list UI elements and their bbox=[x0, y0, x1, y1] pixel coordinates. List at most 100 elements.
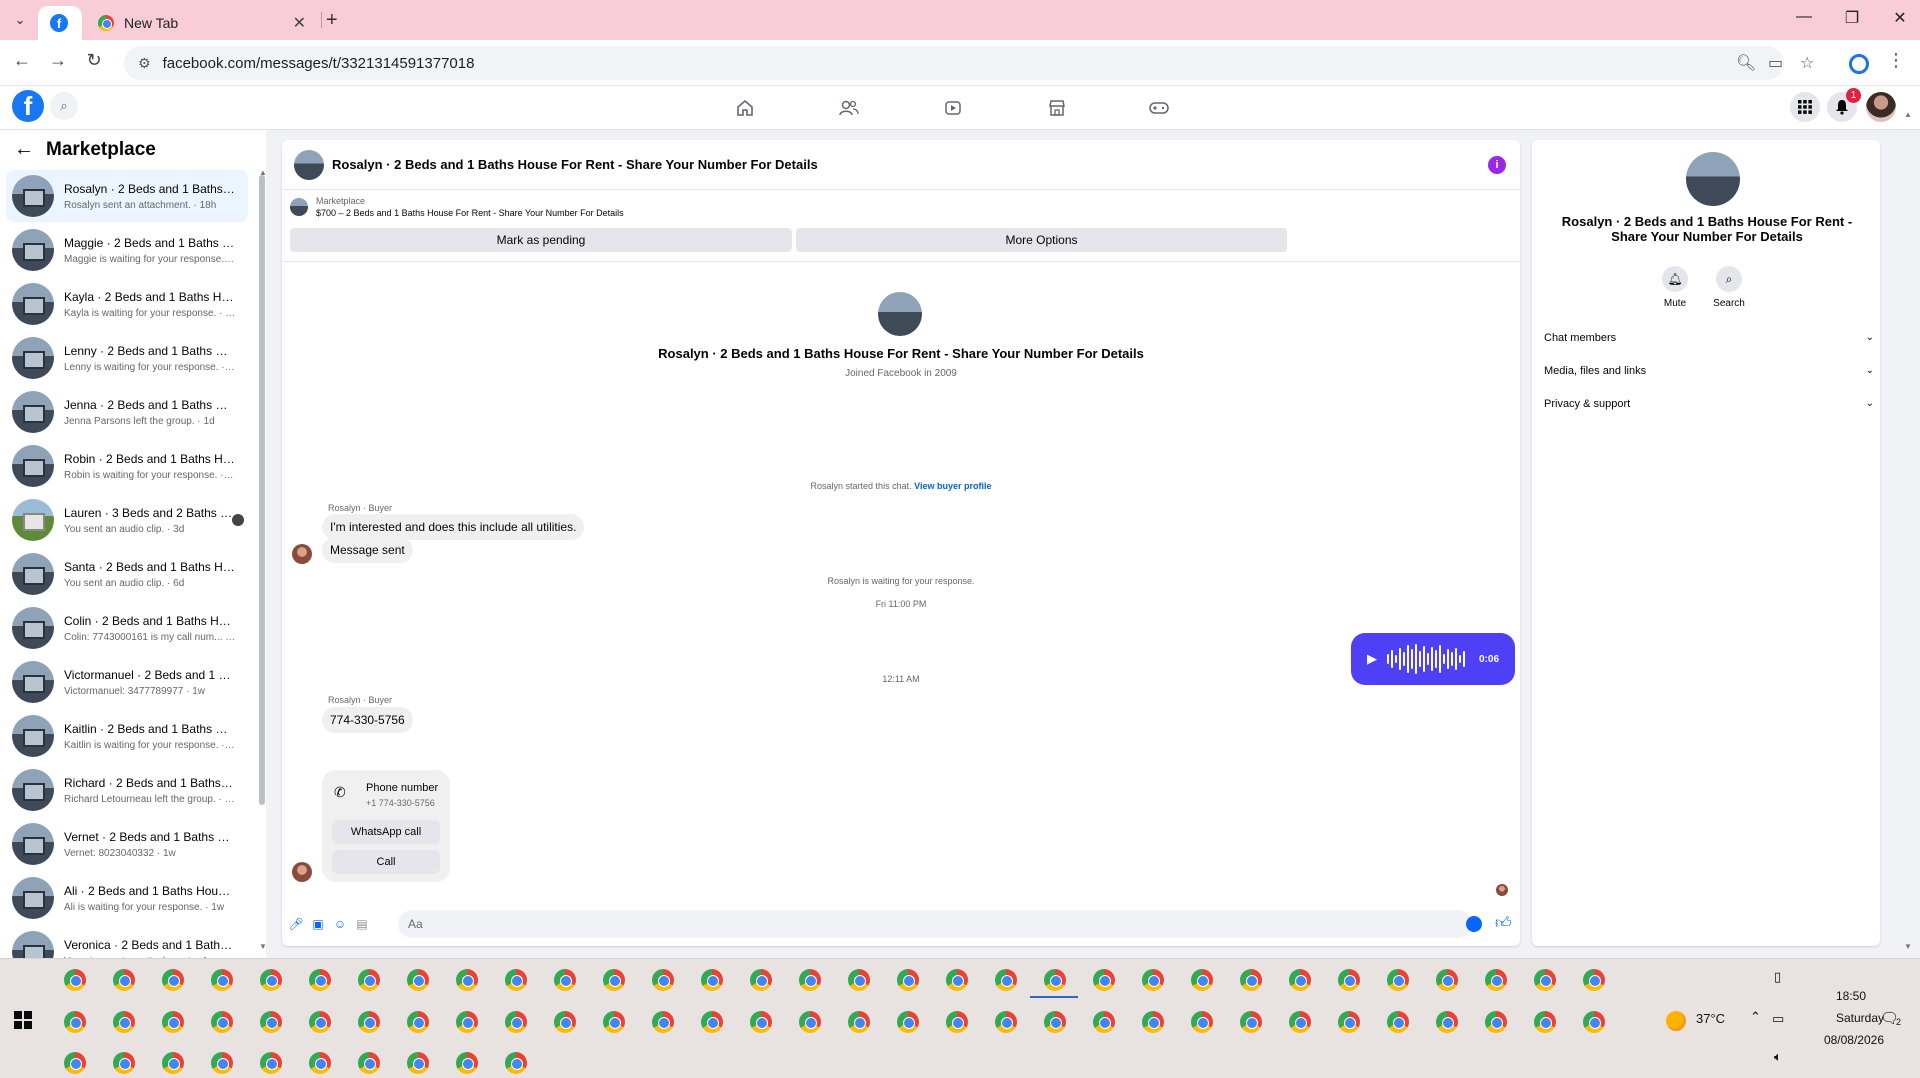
scroll-down-arrow-icon[interactable]: ▼ bbox=[259, 942, 267, 951]
chrome-taskbar-icon[interactable] bbox=[309, 969, 331, 991]
message-bubble[interactable]: 774-330-5756 bbox=[322, 707, 413, 733]
chrome-taskbar-icon[interactable] bbox=[1093, 969, 1115, 991]
conversation-item[interactable]: Victormanuel · 2 Beds and 1 Baths House … bbox=[6, 656, 248, 708]
whatsapp-call-button[interactable]: WhatsApp call bbox=[332, 820, 440, 844]
tab-search-chevron-icon[interactable]: ⌄ bbox=[8, 8, 32, 32]
gif-icon[interactable]: ▤ bbox=[354, 916, 370, 932]
tray-chevron-up-icon[interactable]: ⌃ bbox=[1750, 1009, 1761, 1025]
chrome-taskbar-icon[interactable] bbox=[1093, 1011, 1115, 1033]
chrome-taskbar-icon[interactable] bbox=[456, 1052, 478, 1074]
chrome-taskbar-icon[interactable] bbox=[162, 969, 184, 991]
info-avatar[interactable] bbox=[1686, 152, 1740, 206]
play-icon[interactable]: ▶ bbox=[1367, 651, 1377, 667]
weather-icon[interactable] bbox=[1666, 1011, 1686, 1031]
sender-avatar[interactable] bbox=[292, 544, 312, 564]
chrome-taskbar-icon[interactable] bbox=[1142, 969, 1164, 991]
microphone-icon[interactable]: 🎤︎ bbox=[288, 916, 304, 932]
media-files-links-section[interactable]: Media, files and links ⌄ bbox=[1544, 365, 1874, 377]
thumbs-up-icon[interactable]: 👍︎ bbox=[1495, 914, 1512, 933]
close-tab-icon[interactable]: ✕ bbox=[293, 13, 306, 33]
chrome-taskbar-icon[interactable] bbox=[652, 969, 674, 991]
privacy-support-section[interactable]: Privacy & support ⌄ bbox=[1544, 398, 1874, 410]
chrome-taskbar-icon[interactable] bbox=[995, 1011, 1017, 1033]
tab-facebook[interactable]: f bbox=[38, 6, 82, 40]
chrome-taskbar-icon[interactable] bbox=[1191, 1011, 1213, 1033]
mark-as-pending-button[interactable]: Mark as pending bbox=[290, 228, 792, 252]
chrome-taskbar-icon[interactable] bbox=[358, 1011, 380, 1033]
account-avatar[interactable] bbox=[1866, 92, 1896, 122]
scrollbar-thumb[interactable] bbox=[259, 175, 265, 805]
sticker-icon[interactable]: ☺ bbox=[332, 916, 348, 932]
chrome-taskbar-icon[interactable] bbox=[407, 1011, 429, 1033]
home-icon[interactable] bbox=[733, 96, 757, 120]
conversation-item[interactable]: Kaitlin · 2 Beds and 1 Baths House For R… bbox=[6, 710, 248, 762]
chrome-taskbar-icon[interactable] bbox=[260, 1052, 282, 1074]
forward-arrow-icon[interactable]: → bbox=[46, 50, 70, 71]
chrome-taskbar-icon[interactable] bbox=[603, 1011, 625, 1033]
chrome-taskbar-icon[interactable] bbox=[1534, 969, 1556, 991]
info-icon[interactable]: i bbox=[1488, 156, 1506, 174]
notifications-bell-icon[interactable]: 1 bbox=[1827, 88, 1861, 122]
conversation-item[interactable]: Ali · 2 Beds and 1 Baths House For Rent A… bbox=[6, 872, 248, 924]
conversation-item[interactable]: Santa · 2 Beds and 1 Baths House For Ren… bbox=[6, 548, 248, 600]
friends-icon[interactable] bbox=[837, 96, 861, 120]
chrome-taskbar-icon[interactable] bbox=[211, 969, 233, 991]
chrome-taskbar-icon[interactable] bbox=[1485, 1011, 1507, 1033]
chrome-taskbar-icon[interactable] bbox=[309, 1011, 331, 1033]
view-buyer-profile-link[interactable]: View buyer profile bbox=[914, 481, 991, 491]
chrome-taskbar-icon[interactable] bbox=[1387, 969, 1409, 991]
chrome-taskbar-icon[interactable] bbox=[750, 969, 772, 991]
address-bar[interactable]: ⚙ facebook.com/messages/t/33213145913770… bbox=[124, 46, 1814, 80]
chrome-taskbar-icon[interactable] bbox=[897, 1011, 919, 1033]
chrome-taskbar-icon[interactable] bbox=[407, 1052, 429, 1074]
volume-icon[interactable]: 🔈︎ bbox=[1774, 1049, 1782, 1065]
marketplace-icon[interactable] bbox=[1045, 96, 1069, 120]
conversation-item[interactable]: Lenny · 2 Beds and 1 Baths House For Ren… bbox=[6, 332, 248, 384]
chrome-taskbar-icon[interactable] bbox=[848, 969, 870, 991]
windows-start-icon[interactable] bbox=[14, 1011, 32, 1029]
chrome-taskbar-icon[interactable] bbox=[358, 969, 380, 991]
network-icon[interactable]: ▭ bbox=[1772, 1011, 1784, 1027]
conversation-item[interactable]: Richard · 2 Beds and 1 Baths House For R… bbox=[6, 764, 248, 816]
chrome-taskbar-icon[interactable] bbox=[1289, 1011, 1311, 1033]
chrome-taskbar-icon[interactable] bbox=[113, 1052, 135, 1074]
chrome-taskbar-icon[interactable] bbox=[1436, 1011, 1458, 1033]
chrome-taskbar-icon[interactable] bbox=[358, 1052, 380, 1074]
conversation-list-scrollbar[interactable] bbox=[258, 175, 266, 935]
chrome-taskbar-icon[interactable] bbox=[505, 1052, 527, 1074]
video-icon[interactable] bbox=[941, 96, 965, 120]
back-arrow-icon[interactable]: ← bbox=[10, 50, 34, 71]
chrome-taskbar-icon[interactable] bbox=[701, 1011, 723, 1033]
clock-time[interactable]: 18:50 bbox=[1818, 989, 1884, 1003]
conversation-item[interactable]: Colin · 2 Beds and 1 Baths House For Ren… bbox=[6, 602, 248, 654]
marketplace-listing-strip[interactable]: Marketplace $700 – 2 Beds and 1 Baths Ho… bbox=[290, 196, 624, 218]
intro-avatar[interactable] bbox=[878, 292, 922, 336]
minimize-icon[interactable]: — bbox=[1792, 8, 1816, 26]
chrome-taskbar-icon[interactable] bbox=[456, 1011, 478, 1033]
page-scroll-down-arrow-icon[interactable]: ▼ bbox=[1904, 942, 1912, 951]
temperature[interactable]: 37°C bbox=[1696, 1011, 1725, 1026]
chrome-taskbar-icon[interactable] bbox=[1436, 969, 1458, 991]
mute-button[interactable]: 🔔︎ Mute bbox=[1650, 266, 1700, 309]
chrome-taskbar-icon[interactable] bbox=[211, 1011, 233, 1033]
call-button[interactable]: Call bbox=[332, 850, 440, 874]
conversation-item[interactable]: Jenna · 2 Beds and 1 Baths House For Ren… bbox=[6, 386, 248, 438]
chrome-taskbar-icon[interactable] bbox=[1338, 1011, 1360, 1033]
search-button[interactable]: ⌕ Search bbox=[1704, 266, 1754, 309]
clock-day[interactable]: Saturday bbox=[1806, 1011, 1884, 1025]
chrome-taskbar-icon[interactable] bbox=[113, 969, 135, 991]
chrome-taskbar-icon[interactable] bbox=[750, 1011, 772, 1033]
restore-icon[interactable]: ❐ bbox=[1840, 8, 1864, 28]
chrome-taskbar-icon[interactable] bbox=[1044, 969, 1066, 991]
menu-grid-icon[interactable] bbox=[1790, 92, 1820, 122]
chrome-taskbar-icon[interactable] bbox=[1534, 1011, 1556, 1033]
chrome-taskbar-icon[interactable] bbox=[505, 1011, 527, 1033]
profile-icon[interactable] bbox=[1849, 54, 1869, 74]
clock-date[interactable]: 08/08/2026 bbox=[1798, 1033, 1884, 1047]
chrome-taskbar-icon[interactable] bbox=[1044, 1011, 1066, 1033]
chrome-taskbar-icon[interactable] bbox=[554, 1011, 576, 1033]
chrome-menu-icon[interactable]: ⋮ bbox=[1884, 50, 1908, 71]
chrome-taskbar-icon[interactable] bbox=[162, 1052, 184, 1074]
chrome-taskbar-icon[interactable] bbox=[1240, 1011, 1262, 1033]
emoji-icon[interactable] bbox=[1466, 916, 1482, 932]
